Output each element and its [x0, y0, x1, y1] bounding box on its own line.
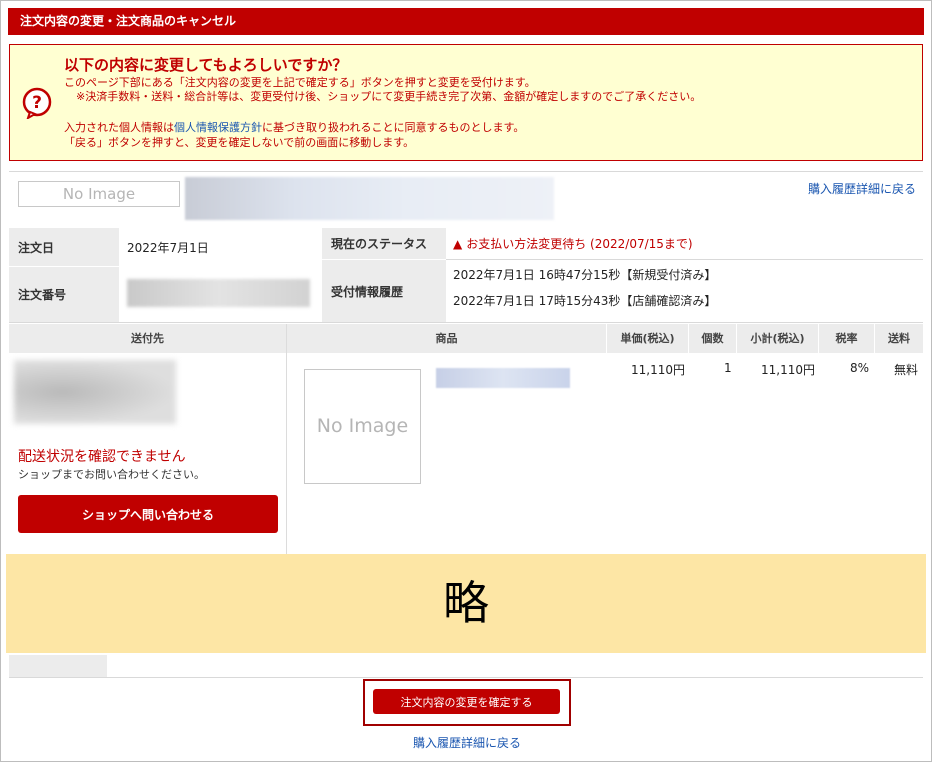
page-title: 注文内容の変更・注文商品のキャンセル	[20, 14, 237, 28]
notice-line-3-post: に基づき取り扱われることに同意するものとします。	[262, 121, 525, 134]
confirm-change-button[interactable]: 注文内容の変更を確定する	[373, 689, 560, 714]
svg-text:?: ?	[32, 93, 42, 113]
divider	[9, 322, 923, 323]
col-header-qty: 個数	[689, 324, 736, 353]
omitted-section: 略	[6, 554, 926, 653]
col-header-product: 商品	[287, 324, 606, 353]
warning-icon: ▲	[453, 236, 463, 251]
page-title-bar: 注文内容の変更・注文商品のキャンセル	[8, 8, 924, 35]
col-header-unit-price: 単価(税込)	[607, 324, 688, 353]
notice-line-1: このページ下部にある「注文内容の変更を上記で確定する」ボタンを押すと変更を受付け…	[64, 76, 536, 89]
history-label: 受付情報履歴	[322, 260, 446, 322]
divider	[9, 171, 923, 172]
history-entry-2: 2022年7月1日 17時15分43秒【店舗確認済み】	[453, 294, 717, 308]
divider	[446, 259, 923, 260]
col-header-shipping: 送料	[875, 324, 923, 353]
product-image-placeholder: No Image	[304, 369, 421, 484]
notice-line-4: 「戻る」ボタンを押すと、変更を確定しないで前の画面に移動します。	[64, 136, 415, 149]
unit-price-value: 11,110円	[631, 363, 685, 377]
col-header-subtotal: 小計(税込)	[737, 324, 818, 353]
qty-value: 1	[724, 361, 732, 375]
confirmation-notice: ? 以下の内容に変更してもよろしいですか？ このページ下部にある「注文内容の変更…	[9, 44, 923, 161]
notice-line-3-pre: 入力された個人情報は	[64, 121, 174, 134]
divider	[9, 677, 923, 678]
order-number-value	[127, 279, 310, 307]
notice-line-3: 入力された個人情報は個人情報保護方針に基づき取り扱われることに同意するものとしま…	[64, 121, 524, 135]
history-entry-1: 2022年7月1日 16時47分15秒【新規受付済み】	[453, 268, 717, 282]
back-to-history-link-bottom[interactable]: 購入履歴詳細に戻る	[413, 734, 521, 751]
order-date-label: 注文日	[9, 228, 119, 266]
privacy-policy-link[interactable]: 個人情報保護方針	[174, 121, 262, 134]
back-to-history-link-top[interactable]: 購入履歴詳細に戻る	[808, 180, 916, 197]
shop-name-banner	[185, 177, 554, 220]
column-divider	[286, 324, 287, 554]
shipping-status-message: 配送状況を確認できません	[18, 449, 186, 465]
shipping-sub-message: ショップまでお問い合わせください。	[18, 468, 205, 481]
question-icon: ?	[22, 87, 52, 119]
col-header-ship-to: 送付先	[9, 324, 286, 353]
notice-heading: 以下の内容に変更してもよろしいですか？	[64, 56, 348, 74]
shop-logo-placeholder: No Image	[18, 181, 180, 207]
status-value: ▲ お支払い方法変更待ち (2022/07/15まで)	[453, 228, 693, 259]
shipping-address	[14, 360, 176, 424]
order-number-label: 注文番号	[9, 267, 119, 322]
status-label: 現在のステータス	[322, 228, 446, 259]
product-name[interactable]	[436, 368, 570, 388]
footer-label-cell	[9, 655, 107, 677]
status-text: お支払い方法変更待ち (2022/07/15まで)	[466, 237, 693, 251]
shipping-fee-value: 無料	[894, 363, 919, 377]
notice-line-2: ※決済手数料・送料・総合計等は、変更受付け後、ショップにて変更手続き完了次第、金…	[76, 90, 702, 103]
subtotal-value: 11,110円	[761, 363, 815, 377]
col-header-tax-rate: 税率	[819, 324, 874, 353]
tax-rate-value: 8%	[850, 361, 870, 375]
contact-shop-button[interactable]: ショップへ問い合わせる	[18, 495, 278, 533]
order-date-value: 2022年7月1日	[127, 240, 209, 255]
